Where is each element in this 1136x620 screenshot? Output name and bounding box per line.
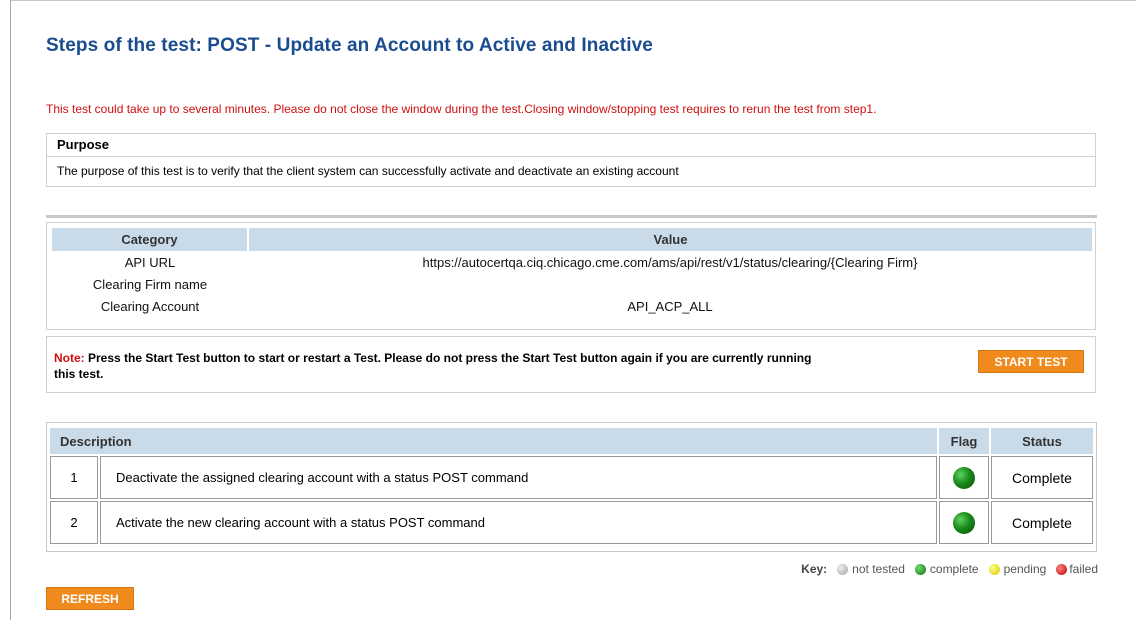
info-row: Clearing Firm name	[52, 273, 1092, 295]
description-header: Description	[50, 428, 937, 454]
note-text: Note: Press the Start Test button to sta…	[54, 350, 814, 382]
not-tested-key-icon	[837, 563, 849, 575]
info-value: API_ACP_ALL	[627, 298, 713, 314]
steps-table: Description Flag Status 1 Deactivate the…	[48, 426, 1095, 546]
step-flag	[939, 456, 989, 499]
complete-flag-icon	[953, 466, 975, 489]
step-number: 2	[50, 501, 98, 544]
step-row: 1 Deactivate the assigned clearing accou…	[50, 456, 1093, 499]
note-box: Note: Press the Start Test button to sta…	[46, 336, 1096, 393]
start-test-button[interactable]: START TEST	[978, 350, 1084, 373]
status-key: Key: not tested complete pending failed	[801, 562, 1098, 576]
info-category: API URL	[124, 254, 176, 270]
status-header: Status	[991, 428, 1093, 454]
test-info-box: Category Value API URL https://autocertq…	[46, 222, 1096, 330]
page-title: Steps of the test: POST - Update an Acco…	[46, 35, 653, 56]
value-header: Value	[248, 228, 1092, 251]
refresh-button[interactable]: REFRESH	[46, 587, 134, 610]
note-label: Note:	[54, 351, 85, 365]
warning-message: This test could take up to several minut…	[46, 102, 877, 116]
step-description: Deactivate the assigned clearing account…	[100, 456, 937, 499]
flag-header: Flag	[939, 428, 989, 454]
test-info-table: Category Value API URL https://autocertq…	[52, 228, 1092, 317]
complete-flag-icon	[953, 511, 975, 534]
frame-left-border	[10, 0, 11, 620]
key-not-tested: not tested	[852, 562, 905, 576]
purpose-text: The purpose of this test is to verify th…	[57, 164, 679, 178]
steps-box: Description Flag Status 1 Deactivate the…	[46, 422, 1097, 552]
info-category: Clearing Account	[100, 298, 200, 314]
info-row: API URL https://autocertqa.ciq.chicago.c…	[52, 251, 1092, 273]
info-value: https://autocertqa.ciq.chicago.cme.com/a…	[422, 254, 918, 270]
info-value	[248, 273, 1092, 295]
step-number: 1	[50, 456, 98, 499]
complete-key-icon	[914, 563, 926, 575]
frame-top-border	[10, 0, 1136, 1]
step-flag	[939, 501, 989, 544]
key-complete: complete	[929, 562, 979, 576]
pending-key-icon	[988, 563, 1000, 575]
purpose-box: Purpose The purpose of this test is to v…	[46, 133, 1096, 187]
step-description: Activate the new clearing account with a…	[100, 501, 937, 544]
failed-key-icon	[1056, 563, 1068, 575]
note-body: Press the Start Test button to start or …	[54, 351, 812, 381]
step-row: 2 Activate the new clearing account with…	[50, 501, 1093, 544]
category-header: Category	[52, 228, 249, 251]
info-category: Clearing Firm name	[92, 276, 208, 292]
purpose-heading: Purpose	[47, 134, 1095, 157]
key-label: Key:	[801, 562, 828, 576]
step-status: Complete	[991, 501, 1093, 544]
section-divider	[46, 215, 1097, 218]
key-pending: pending	[1003, 562, 1047, 576]
key-failed: failed	[1069, 562, 1098, 576]
info-row: Clearing Account API_ACP_ALL	[52, 295, 1092, 317]
step-status: Complete	[991, 456, 1093, 499]
